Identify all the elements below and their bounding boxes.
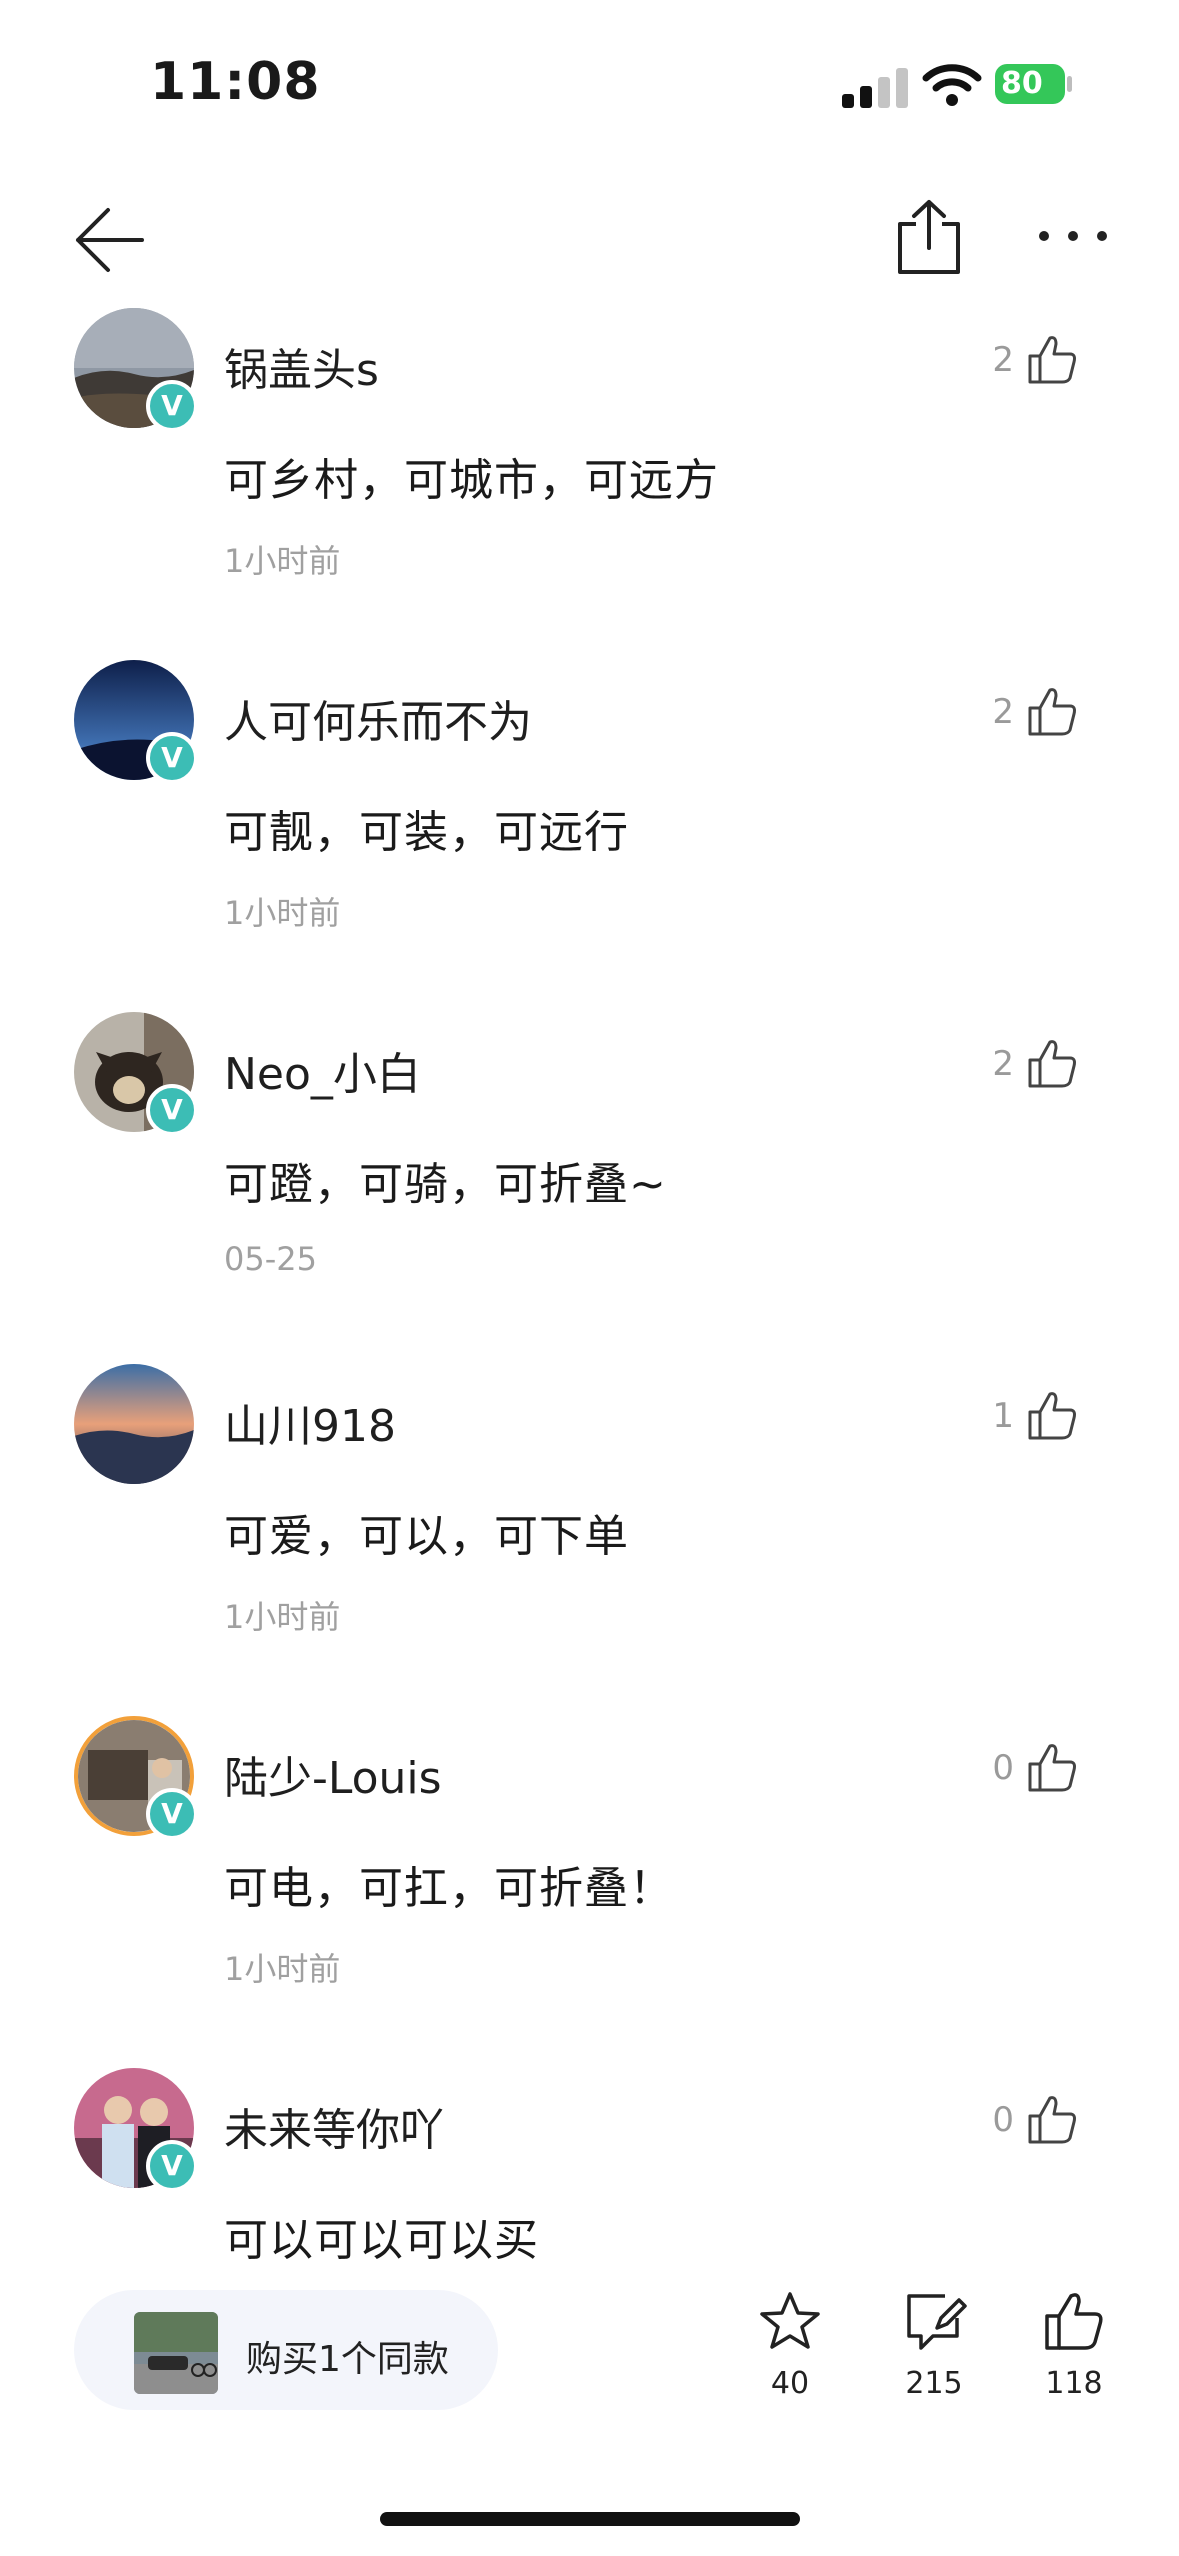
battery-icon: 80 <box>995 64 1075 104</box>
comment-button[interactable]: 215 <box>884 2290 984 2420</box>
username[interactable]: 山川918 <box>224 1390 396 1454</box>
verified-badge-icon: V <box>146 2140 198 2192</box>
buy-same-button[interactable]: 购买1个同款 <box>74 2290 498 2410</box>
comment-edit-icon <box>907 2294 967 2350</box>
thumbs-up-icon <box>1045 2293 1103 2350</box>
share-icon[interactable] <box>894 198 964 278</box>
like-count: 2 <box>992 1044 1014 1084</box>
like-button[interactable]: 118 <box>1024 2290 1124 2420</box>
thumbs-up-icon[interactable] <box>1024 1740 1080 1796</box>
comment-item: 山川918 1 可爱，可以，可下单 1小时前 <box>0 1364 1179 1684</box>
comment-text: 可电，可扛，可折叠！ <box>224 1863 674 1914</box>
favorite-button[interactable]: 40 <box>740 2290 840 2420</box>
comment-text: 可以可以可以买 <box>224 2215 539 2266</box>
more-options-icon[interactable] <box>1036 224 1110 248</box>
comment-text: 可蹬，可骑，可折叠~ <box>224 1159 667 1210</box>
comment-time: 1小时前 <box>224 1950 341 1988</box>
like-count: 1 <box>992 1396 1014 1436</box>
cellular-signal-icon <box>842 68 908 108</box>
status-time: 11:08 <box>150 52 321 112</box>
home-indicator <box>380 2512 800 2526</box>
nav-bar <box>0 190 1179 300</box>
verified-badge-icon: V <box>146 732 198 784</box>
favorite-count: 40 <box>770 2366 810 2401</box>
like-count: 0 <box>992 1748 1014 1788</box>
status-bar: 11:08 80 <box>0 0 1179 170</box>
bottom-action-bar: 购买1个同款 40 215 118 <box>0 2260 1179 2460</box>
battery-level: 80 <box>995 64 1065 104</box>
thumbs-up-icon[interactable] <box>1024 684 1080 740</box>
avatar[interactable] <box>74 1364 194 1484</box>
thumbs-up-icon[interactable] <box>1024 1388 1080 1444</box>
comment-text: 可爱，可以，可下单 <box>224 1511 629 1562</box>
username[interactable]: Neo_小白 <box>224 1038 421 1102</box>
verified-badge-icon: V <box>146 1788 198 1840</box>
comment-item: V Neo_小白 2 可蹬，可骑，可折叠~ 05-25 <box>0 1012 1179 1332</box>
comment-time: 05-25 <box>224 1240 317 1278</box>
like-count: 0 <box>992 2100 1014 2140</box>
comment-item: V 陆少-Louis 0 可电，可扛，可折叠！ 1小时前 <box>0 1716 1179 2036</box>
comment-text: 可靓，可装，可远行 <box>224 807 629 858</box>
comment-item: V 人可何乐而不为 2 可靓，可装，可远行 1小时前 <box>0 660 1179 980</box>
like-count: 118 <box>1045 2366 1103 2401</box>
buy-label: 购买1个同款 <box>246 2339 449 2380</box>
username[interactable]: 未来等你吖 <box>224 2094 444 2158</box>
verified-badge-icon: V <box>146 380 198 432</box>
wifi-icon <box>922 64 982 106</box>
comment-count: 215 <box>905 2366 963 2401</box>
username[interactable]: 人可何乐而不为 <box>224 686 532 750</box>
verified-badge-icon: V <box>146 1084 198 1136</box>
comment-text: 可乡村，可城市，可远方 <box>224 455 719 506</box>
comment-item: V 锅盖头s 2 可乡村，可城市，可远方 1小时前 <box>0 308 1179 628</box>
comment-time: 1小时前 <box>224 894 341 932</box>
product-thumbnail <box>134 2312 218 2394</box>
comment-time: 1小时前 <box>224 542 341 580</box>
username[interactable]: 陆少-Louis <box>224 1742 442 1806</box>
like-count: 2 <box>992 692 1014 732</box>
thumbs-up-icon[interactable] <box>1024 332 1080 388</box>
star-icon <box>760 2292 820 2349</box>
thumbs-up-icon[interactable] <box>1024 2092 1080 2148</box>
like-count: 2 <box>992 340 1014 380</box>
comment-time: 1小时前 <box>224 1598 341 1636</box>
back-arrow-icon[interactable] <box>72 204 144 276</box>
username[interactable]: 锅盖头s <box>224 334 379 398</box>
thumbs-up-icon[interactable] <box>1024 1036 1080 1092</box>
